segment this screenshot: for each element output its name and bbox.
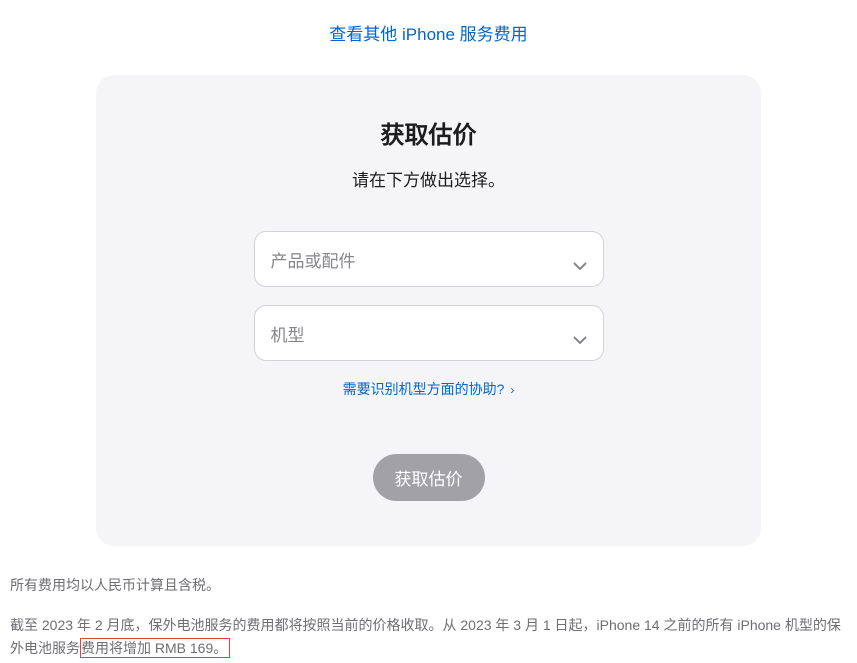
product-select-wrapper: 产品或配件 <box>254 231 604 287</box>
price-highlight: 费用将增加 RMB 169。 <box>80 638 230 658</box>
chevron-right-icon: › <box>510 383 514 397</box>
top-link-wrapper: 查看其他 iPhone 服务费用 <box>10 0 847 75</box>
model-select-wrapper: 机型 <box>254 305 604 361</box>
card-title: 获取估价 <box>136 115 721 150</box>
help-link-wrapper: 需要识别机型方面的协助? › <box>136 379 721 399</box>
model-select-placeholder: 机型 <box>271 321 305 346</box>
footnote-currency: 所有费用均以人民币计算且含税。 <box>10 574 847 596</box>
product-select-placeholder: 产品或配件 <box>271 247 356 272</box>
footnote-price-change: 截至 2023 年 2 月底，保外电池服务的费用都将按照当前的价格收取。从 20… <box>10 614 847 659</box>
card-subtitle: 请在下方做出选择。 <box>136 166 721 191</box>
get-estimate-button[interactable]: 获取估价 <box>373 454 485 501</box>
help-link-text: 需要识别机型方面的协助? <box>343 381 505 397</box>
model-select[interactable]: 机型 <box>254 305 604 361</box>
estimate-card: 获取估价 请在下方做出选择。 产品或配件 机型 需要识别机型方面的协助? › <box>96 75 761 546</box>
product-select[interactable]: 产品或配件 <box>254 231 604 287</box>
chevron-down-icon <box>573 329 587 337</box>
other-services-link[interactable]: 查看其他 iPhone 服务费用 <box>329 25 527 44</box>
help-identify-link[interactable]: 需要识别机型方面的协助? › <box>343 381 515 397</box>
chevron-down-icon <box>573 255 587 263</box>
